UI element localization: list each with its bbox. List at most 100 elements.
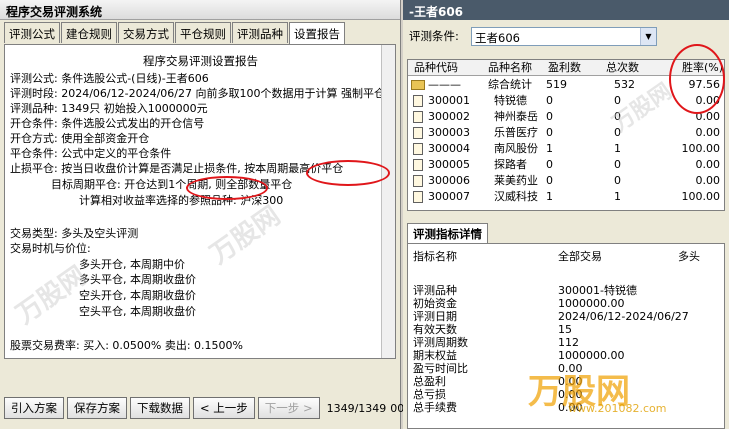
cell-name: 综合统计 <box>488 78 532 91</box>
document-icon <box>413 175 423 187</box>
detail-value: 1000000.00 <box>558 297 625 310</box>
cell-win: 0 <box>546 174 553 187</box>
report-line: 交易类型: 多头及空头评测 <box>10 227 139 240</box>
condition-select[interactable]: 王者606 ▼ <box>471 27 657 46</box>
settings-tabs: 评测公式 建仓规则 交易方式 平仓规则 评测品种 设置报告 <box>4 22 346 44</box>
table-row[interactable]: 300001 特锐德 0 0 0.00 <box>408 93 724 109</box>
report-title: 程序交易评测设置报告 <box>143 54 258 68</box>
action-bar: 引入方案 保存方案 下载数据 < 上一步 下一步 > 1349/1349 00 <box>4 394 404 422</box>
next-step-button[interactable]: 下一步 > <box>257 397 320 419</box>
document-icon <box>413 95 423 107</box>
condition-value: 王者606 <box>475 31 520 45</box>
report-scrollbar[interactable] <box>381 45 395 358</box>
document-icon <box>413 111 423 123</box>
report-line: 平仓条件: 公式中定义的平仓条件 <box>10 147 172 160</box>
download-data-button[interactable]: 下载数据 <box>130 397 190 419</box>
chevron-down-icon[interactable]: ▼ <box>640 28 656 45</box>
prev-step-button[interactable]: < 上一步 <box>193 397 255 419</box>
save-plan-button[interactable]: 保存方案 <box>67 397 127 419</box>
report-line: 开仓条件: 条件选股公式发出的开仓信号 <box>10 117 205 130</box>
detail-key: 初始资金 <box>413 297 457 310</box>
col-wins[interactable]: 盈利数 <box>548 60 581 75</box>
cell-code: 300005 <box>428 158 470 171</box>
document-icon <box>413 191 423 203</box>
tab-trade-mode[interactable]: 交易方式 <box>118 22 174 43</box>
cell-win: 0 <box>546 126 553 139</box>
detail-value: 300001-特锐德 <box>558 284 637 297</box>
watermark: 万股网 <box>204 200 286 271</box>
detail-panel: 指标名称 全部交易 多头 评测品种 300001-特锐德 初始资金 1000000.0… <box>407 243 725 429</box>
detail-value: 0.00 <box>558 362 583 375</box>
detail-key: 期末权益 <box>413 349 457 362</box>
table-row[interactable]: ——— 综合统计 519 532 97.56 <box>408 77 724 93</box>
cell-rate: 97.56 <box>688 78 721 91</box>
cell-win: 0 <box>546 110 553 123</box>
report-line: 评测品种: 1349只 初始投入1000000元 <box>10 102 208 115</box>
report-line: 评测公式: 条件选股公式-(日线)-王者606 <box>10 72 209 85</box>
tab-symbols[interactable]: 评测品种 <box>232 22 288 43</box>
tab-detail[interactable]: 评测指标详情 <box>407 223 488 243</box>
detail-value: 1000000.00 <box>558 349 625 362</box>
detail-header-all: 全部交易 <box>558 250 602 263</box>
table-row[interactable]: 300006 莱美药业 0 0 0.00 <box>408 173 724 189</box>
cell-rate: 0.00 <box>695 158 721 171</box>
detail-key: 评测日期 <box>413 310 457 323</box>
table-row[interactable]: 300003 乐普医疗 0 0 0.00 <box>408 125 724 141</box>
cell-name: 特锐德 <box>494 94 527 107</box>
detail-key: 有效天数 <box>413 323 457 336</box>
document-icon <box>413 159 423 171</box>
table-row[interactable]: 300004 南风股份 1 1 100.00 <box>408 141 724 157</box>
detail-key: 总盈利 <box>413 375 446 388</box>
report-line: 止损平仓: 按当日收盘价计算是否满足止损条件, 按本周期最高价平仓 <box>10 162 344 175</box>
table-row[interactable]: 300002 神州泰岳 0 0 0.00 <box>408 109 724 125</box>
window-title: 程序交易评测系统 <box>0 0 400 20</box>
tab-open-rules[interactable]: 建仓规则 <box>61 22 117 43</box>
cell-win: 0 <box>546 94 553 107</box>
cell-name: 探路者 <box>494 158 527 171</box>
result-table: 品种代码 品种名称 盈利数 总次数 胜率(%) ——— 综合统计 519 532 97.… <box>407 59 725 211</box>
detail-value: 0.00 <box>558 375 583 388</box>
cell-total: 0 <box>614 126 621 139</box>
cell-name: 神州泰岳 <box>494 110 538 123</box>
detail-value: 2024/06/12-2024/06/27 <box>558 310 689 323</box>
detail-key: 评测周期数 <box>413 336 468 349</box>
detail-key: 总手续费 <box>413 401 457 414</box>
document-icon <box>413 127 423 139</box>
detail-key: 总亏损 <box>413 388 446 401</box>
result-title: -王者606 <box>403 0 729 20</box>
cell-code: 300002 <box>428 110 470 123</box>
cell-total: 0 <box>614 174 621 187</box>
cell-name: 南风股份 <box>494 142 538 155</box>
tab-report[interactable]: 设置报告 <box>289 22 345 44</box>
report-line: 空头开仓, 本周期收盘价 <box>79 289 196 302</box>
cell-code: 300001 <box>428 94 470 107</box>
report-panel: 程序交易评测设置报告 评测公式: 条件选股公式-(日线)-王者606 评测时段:… <box>4 44 396 359</box>
tab-formula[interactable]: 评测公式 <box>4 22 60 43</box>
col-winrate[interactable]: 胜率(%) <box>682 60 723 75</box>
detail-value: 15 <box>558 323 572 336</box>
cell-win: 1 <box>546 142 553 155</box>
cell-rate: 100.00 <box>681 142 721 155</box>
cell-rate: 0.00 <box>695 174 721 187</box>
cell-code: 300003 <box>428 126 470 139</box>
detail-value: 0.00 <box>558 388 583 401</box>
result-window: -王者606 评测条件: 王者606 ▼ 品种代码 品种名称 盈利数 总次数 胜… <box>403 0 729 429</box>
col-name[interactable]: 品种名称 <box>488 60 532 75</box>
detail-value: 112 <box>558 336 579 349</box>
tab-close-rules[interactable]: 平仓规则 <box>175 22 231 43</box>
cell-code: 300007 <box>428 190 470 203</box>
col-code[interactable]: 品种代码 <box>414 60 458 75</box>
cell-total: 532 <box>614 78 635 91</box>
cell-win: 1 <box>546 190 553 203</box>
col-total[interactable]: 总次数 <box>606 60 639 75</box>
evaluation-system-window: 程序交易评测系统 评测公式 建仓规则 交易方式 平仓规则 评测品种 设置报告 程… <box>0 0 404 429</box>
table-row[interactable]: 300005 探路者 0 0 0.00 <box>408 157 724 173</box>
detail-key: 盈亏时间比 <box>413 362 468 375</box>
cell-name: 乐普医疗 <box>494 126 538 139</box>
table-row[interactable]: 300007 汉威科技 1 1 100.00 <box>408 189 724 205</box>
cell-win: 519 <box>546 78 567 91</box>
import-plan-button[interactable]: 引入方案 <box>4 397 64 419</box>
report-line: 空头平仓, 本周期收盘价 <box>79 305 196 318</box>
cell-rate: 0.00 <box>695 126 721 139</box>
report-line: 多头开仓, 本周期中价 <box>79 258 185 271</box>
